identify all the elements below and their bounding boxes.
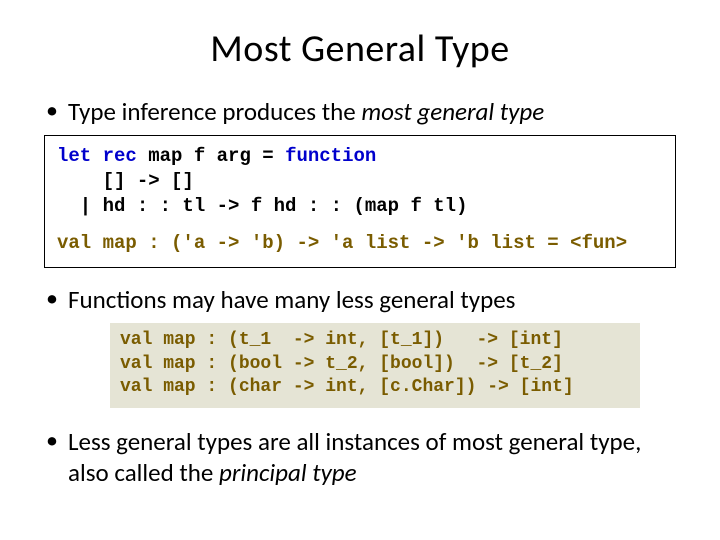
code2-l2: val map : (bool -> t_2, [bool]) -> [t_2] (120, 354, 563, 374)
bullet-2: Functions may have many less general typ… (40, 284, 680, 315)
bullet-list: Type inference produces the most general… (40, 96, 680, 127)
bullet-3-emph: principal type (219, 457, 357, 488)
kw-function: function (285, 145, 376, 167)
code2-l1: val map : (t_1 -> int, [t_1]) -> [int] (120, 330, 563, 350)
code1-l2: [] -> [] (57, 170, 194, 192)
bullet-1-text: Type inference produces the (68, 96, 361, 127)
bullet-list-2: Functions may have many less general typ… (40, 284, 680, 315)
bullet-1-emph: most general type (361, 96, 544, 127)
code1-l1b: map f arg = (137, 145, 285, 167)
bullet-3: Less general types are all instances of … (40, 426, 680, 489)
code1-sig: val map : ('a -> 'b) -> 'a list -> 'b li… (57, 231, 663, 256)
code2-l3: val map : (char -> int, [c.Char]) -> [in… (120, 377, 574, 397)
code-definition: let rec map f arg = function [] -> [] | … (57, 144, 663, 219)
bullet-1: Type inference produces the most general… (40, 96, 680, 127)
code-box-1: let rec map f arg = function [] -> [] | … (44, 135, 676, 267)
kw-let-rec: let rec (57, 145, 137, 167)
slide: Most General Type Type inference produce… (0, 0, 720, 517)
code-signature: val map : ('a -> 'b) -> 'a list -> 'b li… (57, 231, 663, 256)
slide-title: Most General Type (40, 26, 680, 72)
bullet-list-3: Less general types are all instances of … (40, 426, 680, 489)
code-box-2: val map : (t_1 -> int, [t_1]) -> [int] v… (110, 323, 640, 408)
code1-l3: | hd : : tl -> f hd : : (map f tl) (57, 195, 467, 217)
